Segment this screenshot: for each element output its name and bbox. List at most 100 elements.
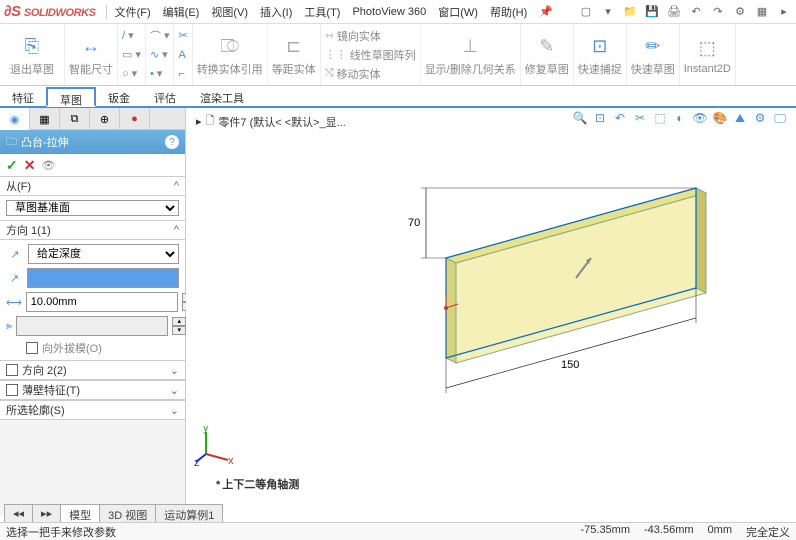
panel-tab-appearance[interactable]: ● (120, 108, 150, 130)
ribbon-quick-sketch[interactable]: ✏ 快速草图 (627, 24, 680, 85)
linear-pattern-tool[interactable]: ⋮⋮ 线性草图阵列 (325, 46, 416, 64)
ribbon-exit-sketch[interactable]: ⎘ 退出草图 (0, 24, 65, 85)
open-dropdown-icon[interactable]: ▾ (600, 4, 616, 20)
point-tool[interactable]: • ▾ (150, 65, 170, 83)
dim-height-text: 70 (408, 217, 420, 229)
depth-input[interactable] (26, 292, 178, 312)
print-icon[interactable]: 🖨 (666, 4, 682, 20)
from-section-header[interactable]: 从(F) ^ (0, 176, 185, 196)
ribbon-smart-dim[interactable]: ↔ 智能尺寸 (65, 24, 118, 85)
tab-render[interactable]: 渲染工具 (188, 87, 256, 107)
fillet-tool[interactable]: ⌐ (178, 65, 187, 83)
dim-width-text: 150 (561, 359, 579, 371)
reverse-direction-icon[interactable]: ↗ (6, 245, 24, 263)
menu-insert[interactable]: 插入(I) (254, 4, 298, 20)
display-style-icon[interactable]: ◐ (672, 110, 688, 126)
menu-window[interactable]: 窗口(W) (432, 4, 484, 20)
more-icon[interactable]: ▸ (776, 4, 792, 20)
orientation-triad[interactable]: y x z (194, 426, 234, 466)
ribbon-offset[interactable]: ⊏ 等距实体 (268, 24, 321, 85)
rect-tool[interactable]: ▭ ▾ (122, 46, 141, 64)
repair-icon: ✎ (533, 33, 561, 61)
from-select[interactable]: 草图基准面 (6, 200, 179, 216)
section-view-icon[interactable]: ✂ (632, 110, 648, 126)
tab-sheetmetal[interactable]: 钣金 (96, 87, 142, 107)
instant2d-icon: ⬚ (693, 35, 721, 63)
extrude-icon: 🗀 (6, 133, 17, 152)
tab-features[interactable]: 特征 (0, 87, 46, 107)
line-tool[interactable]: / ▾ (122, 27, 141, 45)
status-coord-z: 0mm (708, 524, 732, 540)
new-file-icon[interactable]: ▢ (578, 4, 594, 20)
bottom-tabbar: ◂◂ ▸▸ 模型 3D 视图 运动算例1 (4, 504, 222, 522)
ribbon-instant2d[interactable]: ⬚ Instant2D (680, 24, 736, 85)
breadcrumb[interactable]: ▸ 🗋 零件7 (默认< <默认>_显... (196, 112, 346, 131)
direction-ref-input[interactable] (27, 268, 179, 288)
save-icon[interactable]: 💾 (644, 4, 660, 20)
prev-view-icon[interactable]: ↶ (612, 110, 628, 126)
scene-icon[interactable]: ⛰ (732, 110, 748, 126)
btab-3dview[interactable]: 3D 视图 (99, 504, 156, 522)
cancel-button[interactable]: ✕ (24, 157, 36, 174)
screen-icon[interactable]: 🖵 (772, 110, 788, 126)
panel-tab-property[interactable]: ▦ (30, 108, 60, 130)
panel-tab-feature-tree[interactable]: ◉ (0, 108, 30, 130)
app-logo: ∂S SOLIDWORKS (4, 3, 96, 20)
ribbon-repair[interactable]: ✎ 修复草图 (521, 24, 574, 85)
ribbon-display-del[interactable]: ⊥ 显示/删除几何关系 (421, 24, 521, 85)
mirror-tool[interactable]: ⇿ 镜向实体 (325, 27, 416, 45)
panel-tab-display[interactable]: ⊕ (90, 108, 120, 130)
exit-sketch-icon: ⎘ (18, 33, 46, 61)
btab-motion[interactable]: 运动算例1 (155, 504, 223, 522)
btab-arrow-right[interactable]: ▸▸ (32, 504, 61, 522)
trim-tool[interactable]: ✂ (178, 27, 187, 45)
ribbon-quick-snap[interactable]: ⊡ 快速捕捉 (574, 24, 627, 85)
dir2-section-header[interactable]: 方向 2(2) ⌄ (0, 360, 185, 380)
text-tool[interactable]: A (178, 46, 187, 64)
menu-edit[interactable]: 编辑(E) (157, 4, 206, 20)
help-icon[interactable]: ? (165, 135, 179, 149)
hide-show-icon[interactable]: 👁 (692, 110, 708, 126)
direction-vector-icon[interactable]: ↗ (6, 269, 23, 287)
arc-tool[interactable]: ⌒ ▾ (150, 27, 170, 45)
panel-tab-config[interactable]: ⧉ (60, 108, 90, 130)
zoom-area-icon[interactable]: ⊡ (592, 110, 608, 126)
view-orientation-icon[interactable]: ⬚ (652, 110, 668, 126)
preview-icon[interactable]: 👁 (41, 159, 55, 172)
options-icon[interactable]: ⚙ (732, 4, 748, 20)
draft-icon[interactable]: ⫸ (6, 317, 12, 335)
part-icon[interactable]: ▦ (754, 4, 770, 20)
menu-pin-icon[interactable]: 📌 (533, 5, 559, 18)
view-settings-icon[interactable]: ⚙ (752, 110, 768, 126)
move-tool[interactable]: ⤭ 移动实体 (325, 65, 416, 83)
menu-tools[interactable]: 工具(T) (298, 4, 346, 20)
dir1-section-header[interactable]: 方向 1(1) ^ (0, 220, 185, 240)
dir2-checkbox[interactable] (6, 364, 18, 376)
viewport-3d[interactable]: ▸ 🗋 零件7 (默认< <默认>_显... 🔍 ⊡ ↶ ✂ ⬚ ◐ 👁 🎨 ⛰… (186, 108, 796, 516)
thin-checkbox[interactable] (6, 384, 18, 396)
contours-section-header[interactable]: 所选轮廓(S) ⌄ (0, 400, 185, 420)
thin-section-header[interactable]: 薄壁特征(T) ⌄ (0, 380, 185, 400)
undo-icon[interactable]: ↶ (688, 4, 704, 20)
menu-file[interactable]: 文件(F) (109, 4, 157, 20)
menu-photoview[interactable]: PhotoView 360 (346, 6, 432, 18)
ribbon-convert[interactable]: ⎄ 转换实体引用 (193, 24, 268, 85)
ok-button[interactable]: ✓ (6, 157, 18, 174)
draft-outward-checkbox[interactable] (26, 342, 38, 354)
redo-icon[interactable]: ↷ (710, 4, 726, 20)
part-preview: 70 150 (396, 128, 796, 468)
menu-help[interactable]: 帮助(H) (484, 4, 533, 20)
appearance-icon[interactable]: 🎨 (712, 110, 728, 126)
draft-spinner[interactable]: ▴▾ (172, 317, 186, 335)
btab-arrow-left[interactable]: ◂◂ (4, 504, 33, 522)
spline-tool[interactable]: ∿ ▾ (150, 46, 170, 64)
circle-tool[interactable]: ○ ▾ (122, 65, 141, 83)
tab-sketch[interactable]: 草图 (46, 87, 96, 107)
menu-view[interactable]: 视图(V) (205, 4, 254, 20)
tab-evaluate[interactable]: 评估 (142, 87, 188, 107)
end-condition-select[interactable]: 给定深度 (28, 244, 179, 264)
btab-model[interactable]: 模型 (60, 504, 100, 522)
draft-input[interactable] (16, 316, 168, 336)
zoom-fit-icon[interactable]: 🔍 (572, 110, 588, 126)
folder-icon[interactable]: 📁 (622, 4, 638, 20)
